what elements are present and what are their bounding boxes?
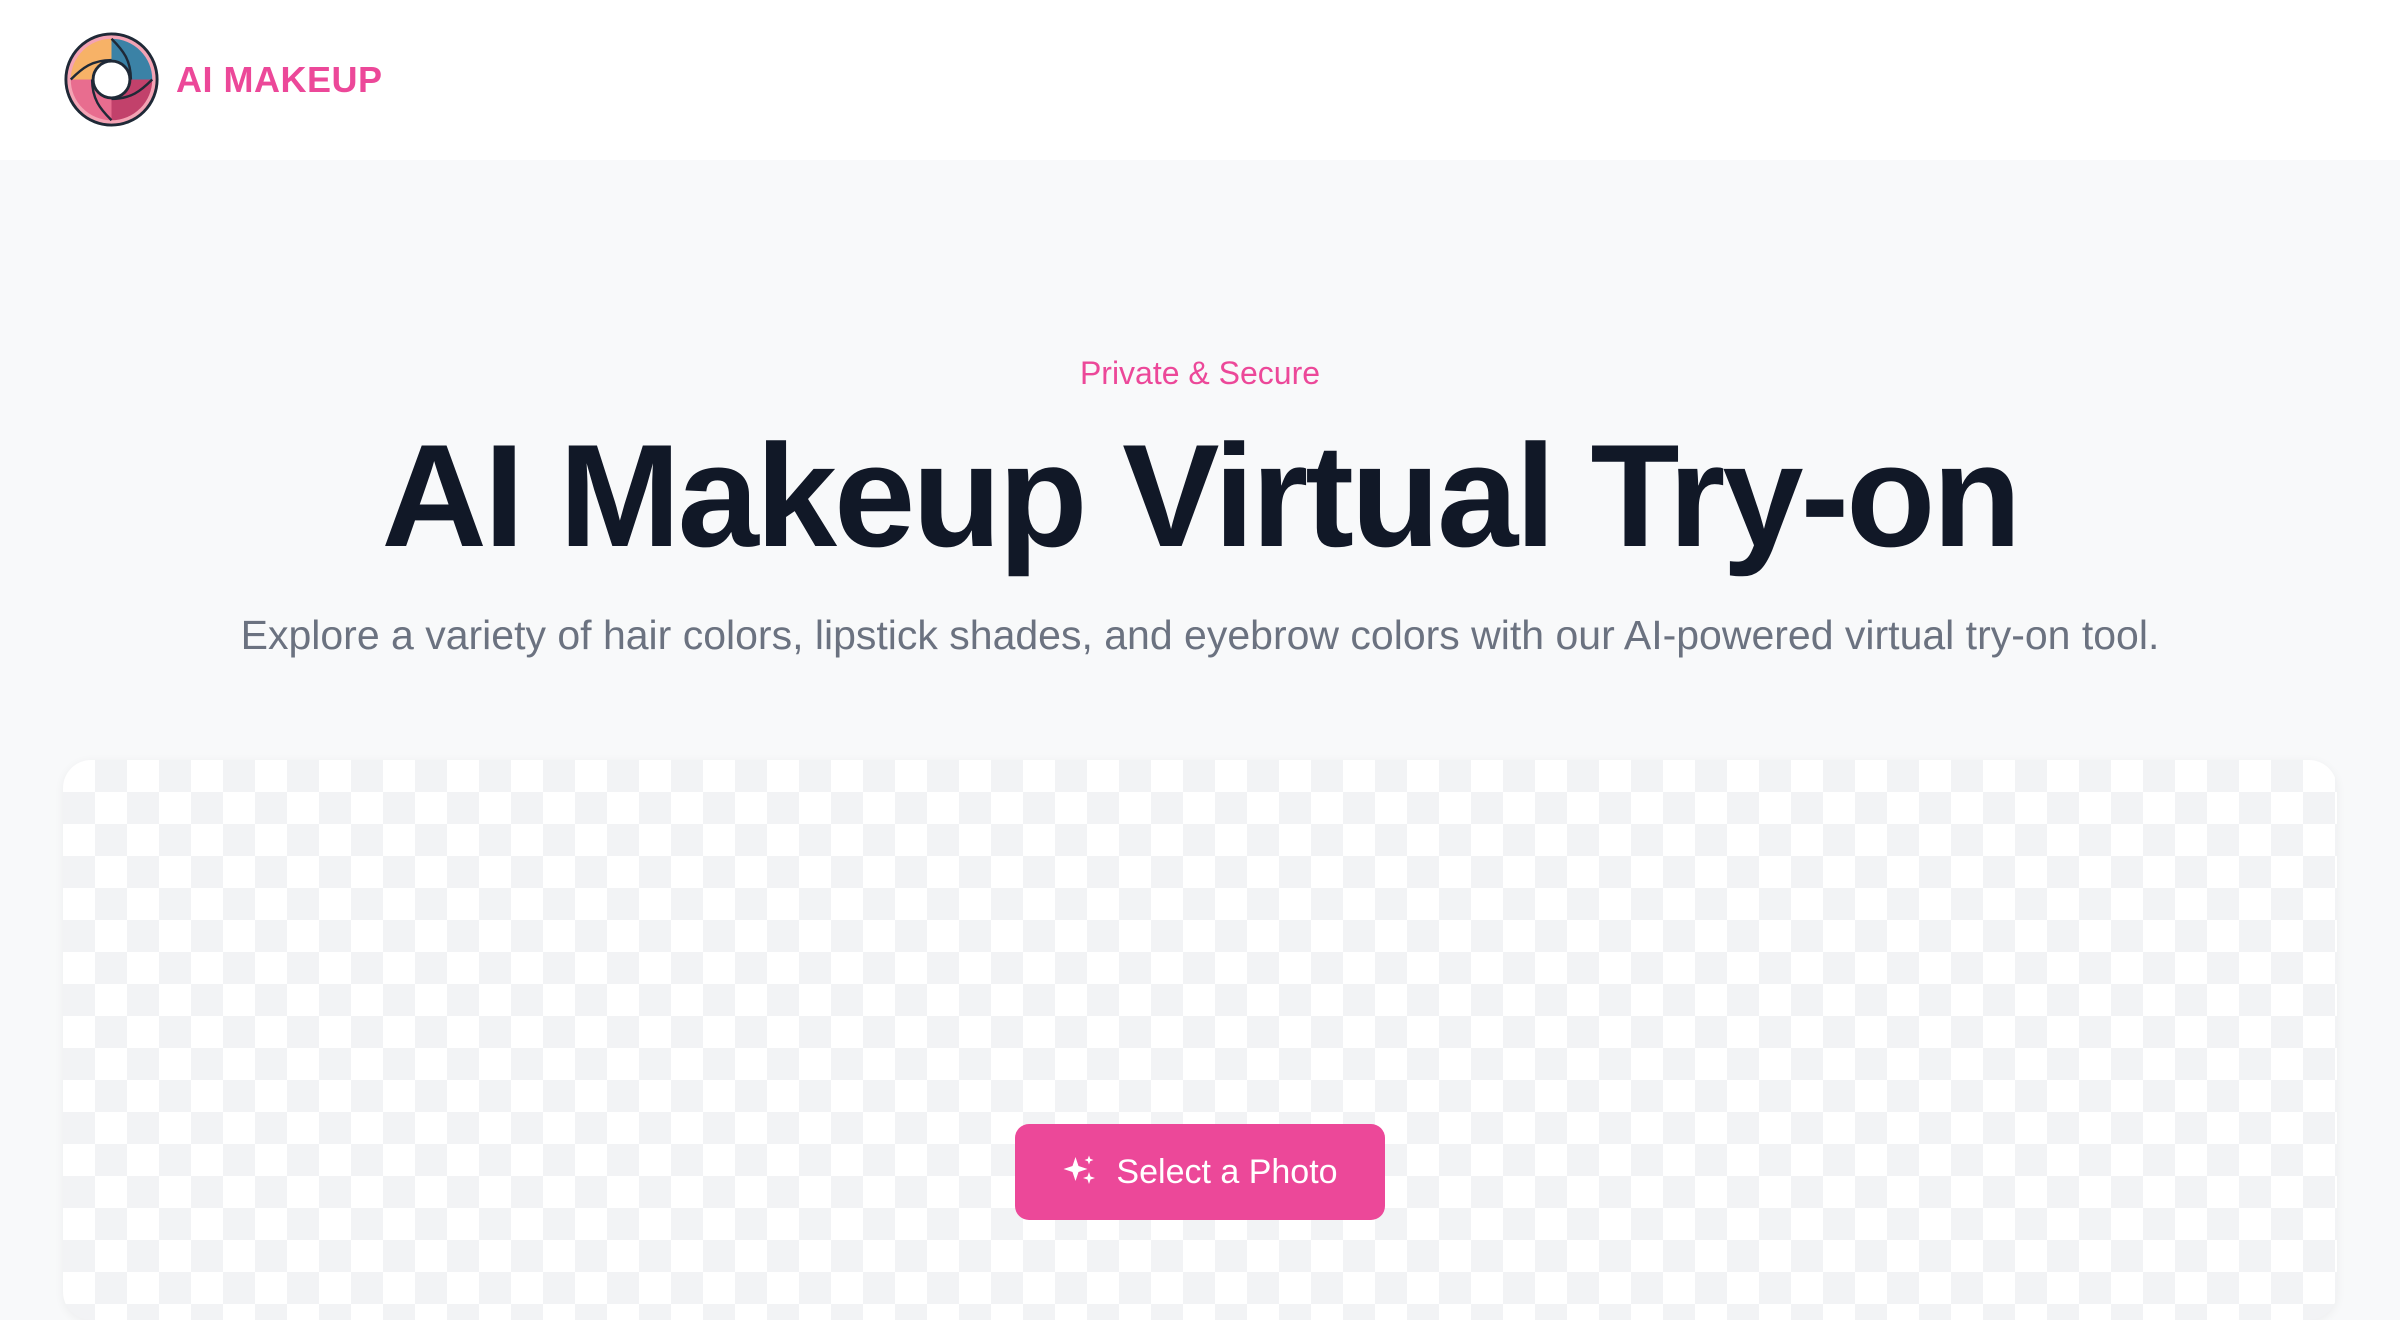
- select-photo-button[interactable]: Select a Photo: [1015, 1124, 1385, 1220]
- camera-aperture-icon: [64, 32, 159, 127]
- brand-name: AI MAKEUP: [176, 58, 383, 100]
- page-title: AI Makeup Virtual Try-on: [381, 414, 2021, 577]
- hero-eyebrow: Private & Secure: [1079, 355, 1321, 391]
- select-photo-label: Select a Photo: [1116, 1152, 1338, 1191]
- photo-dropzone[interactable]: [63, 760, 2337, 1320]
- site-header: AI MAKEUP: [0, 0, 2400, 160]
- brand-link[interactable]: AI MAKEUP: [63, 31, 383, 128]
- hero-subtitle: Explore a variety of hair colors, lipsti…: [240, 612, 2160, 658]
- sparkle-icon: [1063, 1155, 1096, 1184]
